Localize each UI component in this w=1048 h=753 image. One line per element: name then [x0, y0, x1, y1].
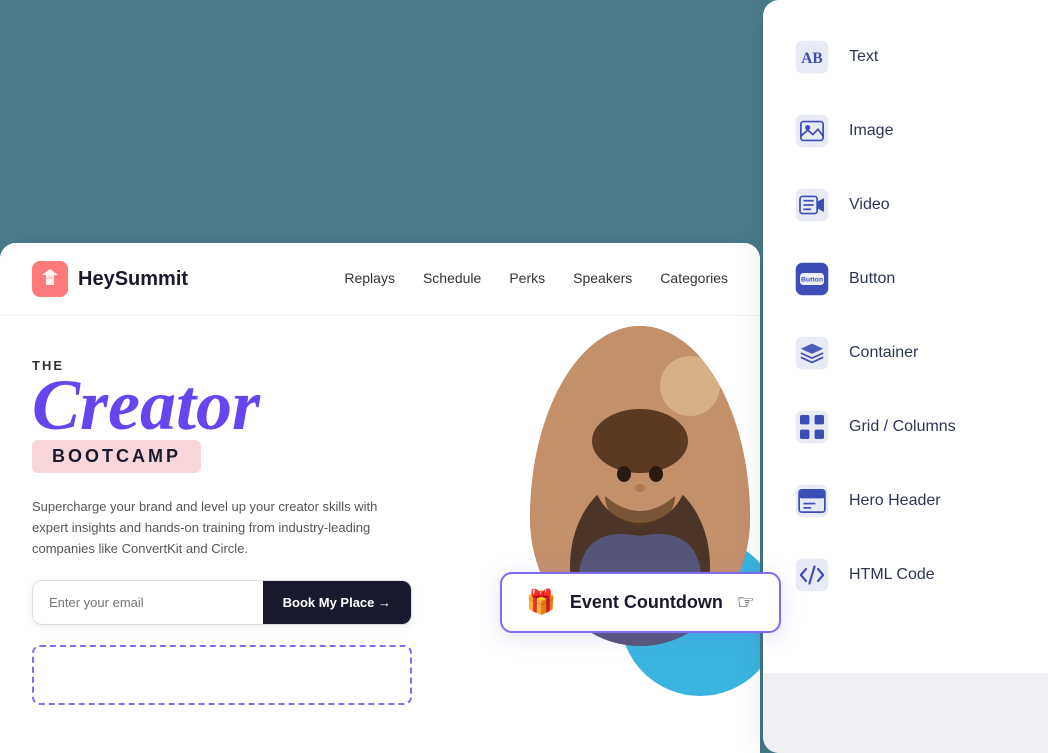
website-preview-card: HeySummit Replays Schedule Perks Speaker… [0, 243, 760, 753]
creator-title: Creator [32, 375, 512, 436]
grid-icon [794, 409, 830, 445]
creator-bootcamp-logo: THE Creator BOOTCAMP [32, 358, 512, 473]
html-label: HTML Code [849, 566, 935, 584]
countdown-icon: 🎁 [526, 588, 556, 617]
html-icon-box [791, 554, 833, 596]
component-panel: AB Text Image Vide [763, 0, 1048, 753]
text-label: Text [849, 48, 878, 66]
nav-perks[interactable]: Perks [509, 270, 545, 288]
hero-section: THE Creator BOOTCAMP Supercharge your br… [0, 316, 760, 753]
book-my-place-button[interactable]: Book My Place → [263, 581, 411, 624]
grid-label: Grid / Columns [849, 418, 956, 436]
video-label: Video [849, 196, 890, 214]
hero-right-image [480, 316, 760, 753]
site-nav: HeySummit Replays Schedule Perks Speaker… [0, 243, 760, 316]
component-item-html[interactable]: HTML Code [763, 538, 1048, 612]
hero-description: Supercharge your brand and level up your… [32, 497, 412, 559]
email-input[interactable] [33, 581, 263, 624]
html-code-icon [794, 557, 830, 593]
component-item-grid[interactable]: Grid / Columns [763, 390, 1048, 464]
grid-icon-box [791, 406, 833, 448]
hero-header-icon [794, 483, 830, 519]
component-item-video[interactable]: Video [763, 168, 1048, 242]
event-countdown-widget[interactable]: 🎁 Event Countdown ☞ [500, 572, 781, 633]
hero-left: THE Creator BOOTCAMP Supercharge your br… [32, 348, 512, 753]
countdown-label: Event Countdown [570, 592, 723, 613]
image-icon [794, 113, 830, 149]
nav-replays[interactable]: Replays [344, 270, 395, 288]
svg-text:Button: Button [801, 277, 823, 284]
panel-bottom-area [763, 673, 1048, 753]
nav-links: Replays Schedule Perks Speakers Categori… [344, 270, 728, 288]
video-icon [794, 187, 830, 223]
button-label: Button [849, 270, 895, 288]
text-icon: AB [794, 39, 830, 75]
hero-label: Hero Header [849, 492, 941, 510]
nav-schedule[interactable]: Schedule [423, 270, 481, 288]
component-item-button[interactable]: Button Button [763, 242, 1048, 316]
email-form: Book My Place → [32, 580, 412, 625]
text-icon-box: AB [791, 36, 833, 78]
background-teal [0, 0, 760, 245]
component-item-container[interactable]: Container [763, 316, 1048, 390]
container-icon [794, 335, 830, 371]
placeholder-drop-zone [32, 645, 412, 705]
button-icon-box: Button [791, 258, 833, 300]
component-item-text[interactable]: AB Text [763, 20, 1048, 94]
nav-categories[interactable]: Categories [660, 270, 728, 288]
container-icon-box [791, 332, 833, 374]
bootcamp-badge: BOOTCAMP [32, 440, 201, 473]
button-icon: Button [794, 261, 830, 297]
component-item-image[interactable]: Image [763, 94, 1048, 168]
svg-text:AB: AB [801, 50, 822, 67]
image-label: Image [849, 122, 893, 140]
video-icon-box [791, 184, 833, 226]
logo-area: HeySummit [32, 261, 188, 297]
logo-icon [32, 261, 68, 297]
nav-speakers[interactable]: Speakers [573, 270, 632, 288]
drag-cursor-icon: ☞ [737, 590, 755, 615]
image-icon-box [791, 110, 833, 152]
container-label: Container [849, 344, 918, 362]
component-item-hero[interactable]: Hero Header [763, 464, 1048, 538]
hero-icon-box [791, 480, 833, 522]
logo-text: HeySummit [78, 268, 188, 291]
